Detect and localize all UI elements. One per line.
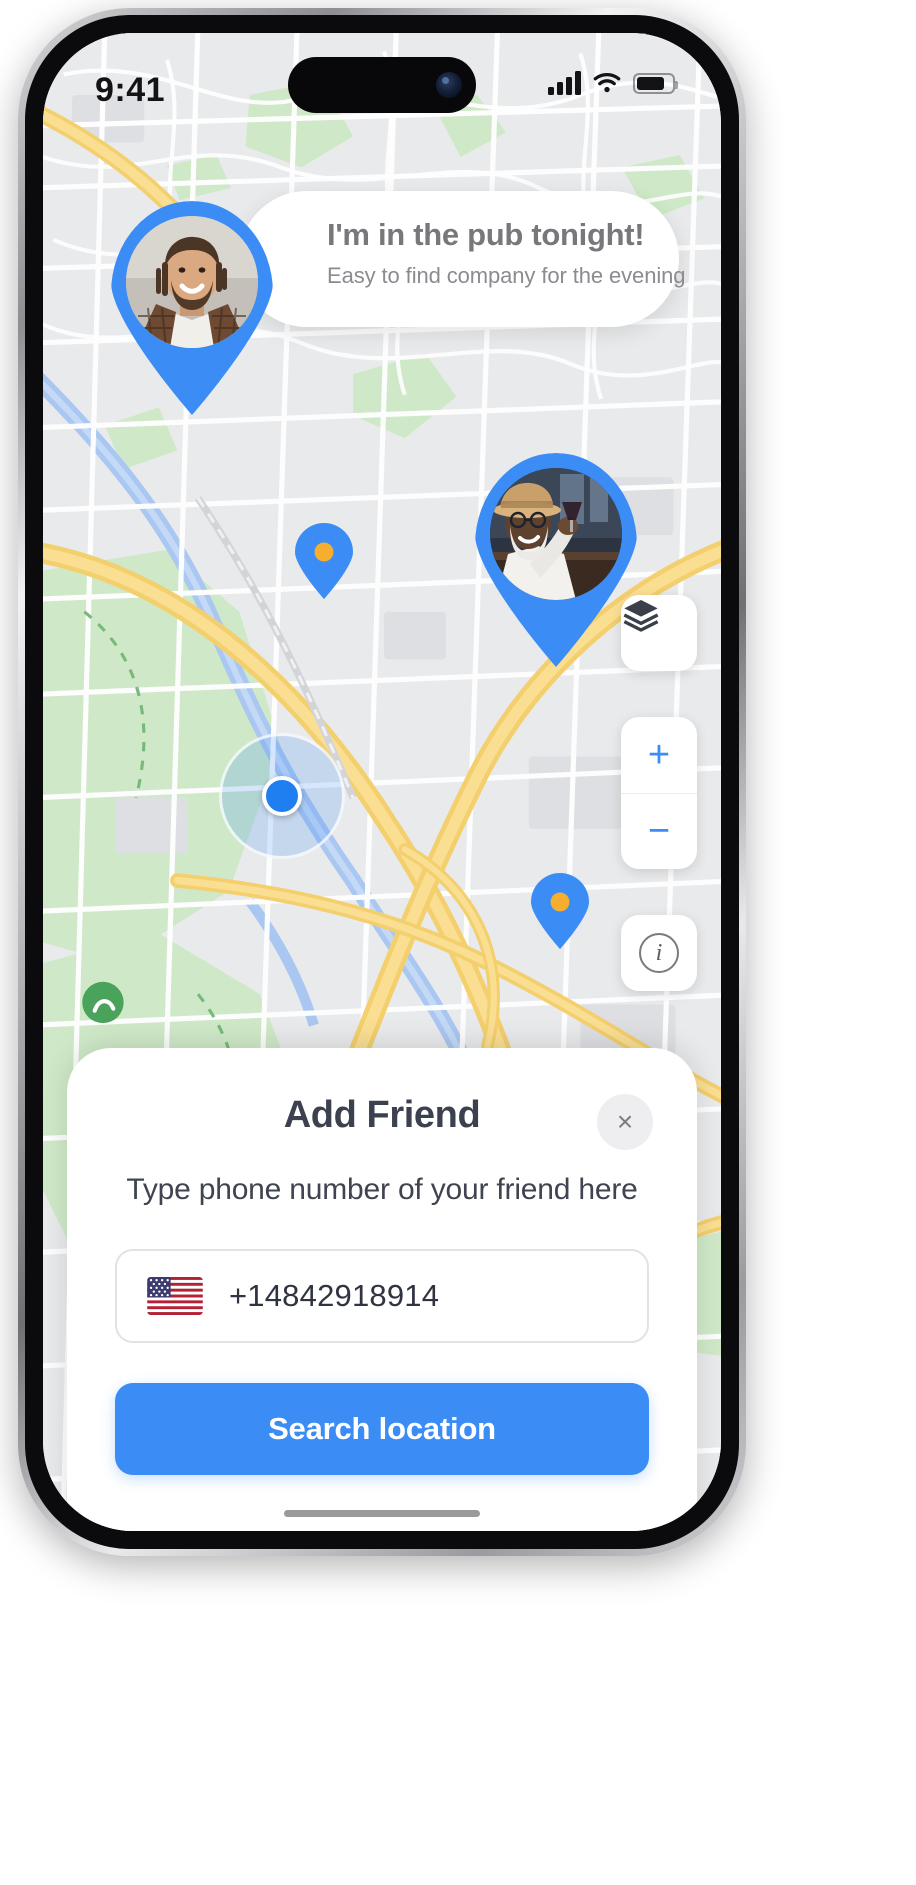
home-indicator[interactable] xyxy=(284,1510,480,1517)
zoom-in-button[interactable]: + xyxy=(621,717,697,793)
banner-subtitle: Easy to find company for the evening xyxy=(327,263,686,288)
friend-pin-photo-1[interactable] xyxy=(111,201,273,415)
place-pin-2[interactable] xyxy=(531,873,589,949)
status-indicators xyxy=(548,71,678,95)
pin-center-dot xyxy=(550,892,570,912)
phone-number-field[interactable]: +14842918914 xyxy=(115,1249,649,1343)
search-location-button[interactable]: Search location xyxy=(115,1383,649,1475)
friend-pin-photo-2[interactable] xyxy=(475,453,637,667)
pin-center-dot xyxy=(314,542,334,562)
info-icon: i xyxy=(639,933,679,973)
screenshot-stage: + − i 9:41 I'm in the pub tonight! Easy … xyxy=(0,0,916,1885)
status-time: 9:41 xyxy=(95,71,166,109)
sheet-title: Add Friend xyxy=(283,1093,481,1136)
banner-title: I'm in the pub tonight! xyxy=(327,217,645,252)
phone-bezel: + − i 9:41 I'm in the pub tonight! Easy … xyxy=(25,15,739,1549)
phone-number-value[interactable]: +14842918914 xyxy=(229,1278,439,1314)
friend-status-banner[interactable]: I'm in the pub tonight! Easy to find com… xyxy=(239,191,686,327)
sheet-subtitle: Type phone number of your friend here xyxy=(126,1172,638,1206)
avatar xyxy=(126,216,258,348)
flag-graphic xyxy=(147,1277,203,1315)
map-zoom-controls[interactable]: + − xyxy=(621,717,697,869)
map-info-button[interactable]: i xyxy=(621,915,697,991)
battery-icon xyxy=(633,72,678,94)
avatar-photo-1 xyxy=(126,216,258,348)
zoom-out-button[interactable]: − xyxy=(621,792,697,870)
wifi-icon xyxy=(593,72,621,93)
dynamic-island xyxy=(288,57,476,113)
avatar xyxy=(490,468,622,600)
avatar-photo-2 xyxy=(490,468,622,600)
cellular-bars-icon xyxy=(548,71,581,95)
place-pin-1[interactable] xyxy=(295,523,353,599)
status-bar: 9:41 xyxy=(43,33,721,145)
phone-frame: + − i 9:41 I'm in the pub tonight! Easy … xyxy=(18,8,746,1556)
location-core-dot xyxy=(262,776,302,816)
us-flag-icon[interactable] xyxy=(147,1277,203,1315)
add-friend-sheet: Add Friend × Type phone number of your f… xyxy=(67,1047,697,1531)
front-camera-icon xyxy=(436,72,462,98)
phone-screen: + − i 9:41 I'm in the pub tonight! Easy … xyxy=(43,33,721,1531)
close-button[interactable]: × xyxy=(597,1093,653,1150)
